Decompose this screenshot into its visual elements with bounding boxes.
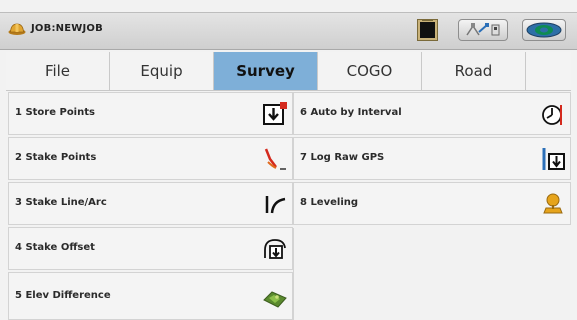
tab-label: Road bbox=[454, 62, 493, 80]
menu-item-label: 1 Store Points bbox=[15, 107, 95, 118]
network-icon bbox=[526, 22, 562, 38]
menu-item-label: 5 Elev Difference bbox=[15, 290, 111, 301]
gps-status-icon bbox=[466, 23, 500, 36]
menu-item-stake-offset[interactable]: 4 Stake Offset bbox=[8, 227, 293, 270]
menu-item-label: 6 Auto by Interval bbox=[300, 107, 402, 118]
menu-item-stake-line-arc[interactable]: 3 Stake Line/Arc bbox=[8, 182, 293, 225]
auto-interval-icon bbox=[542, 105, 562, 125]
tab-survey[interactable]: Survey bbox=[214, 52, 318, 90]
tab-label: File bbox=[44, 62, 71, 80]
log-raw-gps-icon bbox=[542, 148, 565, 170]
tab-label: Equip bbox=[140, 62, 183, 80]
tab-overflow bbox=[526, 52, 571, 90]
store-points-icon bbox=[263, 102, 287, 125]
elev-difference-icon bbox=[263, 291, 287, 308]
stake-offset-icon bbox=[264, 239, 286, 259]
title-bar: JOB:NEWJOB bbox=[0, 12, 577, 50]
sim-card-icon[interactable] bbox=[417, 19, 438, 41]
tab-cogo[interactable]: COGO bbox=[318, 52, 422, 90]
menu-item-label: 3 Stake Line/Arc bbox=[15, 197, 107, 208]
tab-label: Survey bbox=[236, 62, 295, 80]
tab-road[interactable]: Road bbox=[422, 52, 526, 90]
menu-item-label: 4 Stake Offset bbox=[15, 242, 95, 253]
menu-item-label: 7 Log Raw GPS bbox=[300, 152, 385, 163]
survey-screen: JOB:NEWJOB File Equip Survey COGO Road 1… bbox=[0, 0, 577, 320]
helmet-icon bbox=[8, 23, 26, 35]
stake-line-arc-icon bbox=[265, 196, 286, 214]
survey-menu-grid: 1 Store Points 2 Stake Points 3 Stake Li… bbox=[8, 92, 571, 320]
leveling-icon bbox=[543, 193, 563, 214]
tab-bar: File Equip Survey COGO Road bbox=[6, 52, 571, 91]
tab-equip[interactable]: Equip bbox=[110, 52, 214, 90]
menu-item-stake-points[interactable]: 2 Stake Points bbox=[8, 137, 293, 180]
menu-item-log-raw-gps[interactable]: 7 Log Raw GPS bbox=[293, 137, 571, 180]
stake-points-icon bbox=[264, 148, 286, 170]
job-title: JOB:NEWJOB bbox=[31, 23, 103, 34]
network-button[interactable] bbox=[522, 19, 566, 41]
empty-menu-area bbox=[293, 228, 571, 320]
tab-file[interactable]: File bbox=[6, 52, 110, 90]
tab-label: COGO bbox=[346, 62, 393, 80]
menu-item-label: 2 Stake Points bbox=[15, 152, 97, 163]
menu-item-auto-by-interval[interactable]: 6 Auto by Interval bbox=[293, 92, 571, 135]
menu-item-store-points[interactable]: 1 Store Points bbox=[8, 92, 293, 135]
menu-item-label: 8 Leveling bbox=[300, 197, 359, 208]
menu-item-elev-difference[interactable]: 5 Elev Difference bbox=[8, 272, 293, 320]
gps-status-button[interactable] bbox=[458, 19, 508, 41]
menu-item-leveling[interactable]: 8 Leveling bbox=[293, 182, 571, 225]
